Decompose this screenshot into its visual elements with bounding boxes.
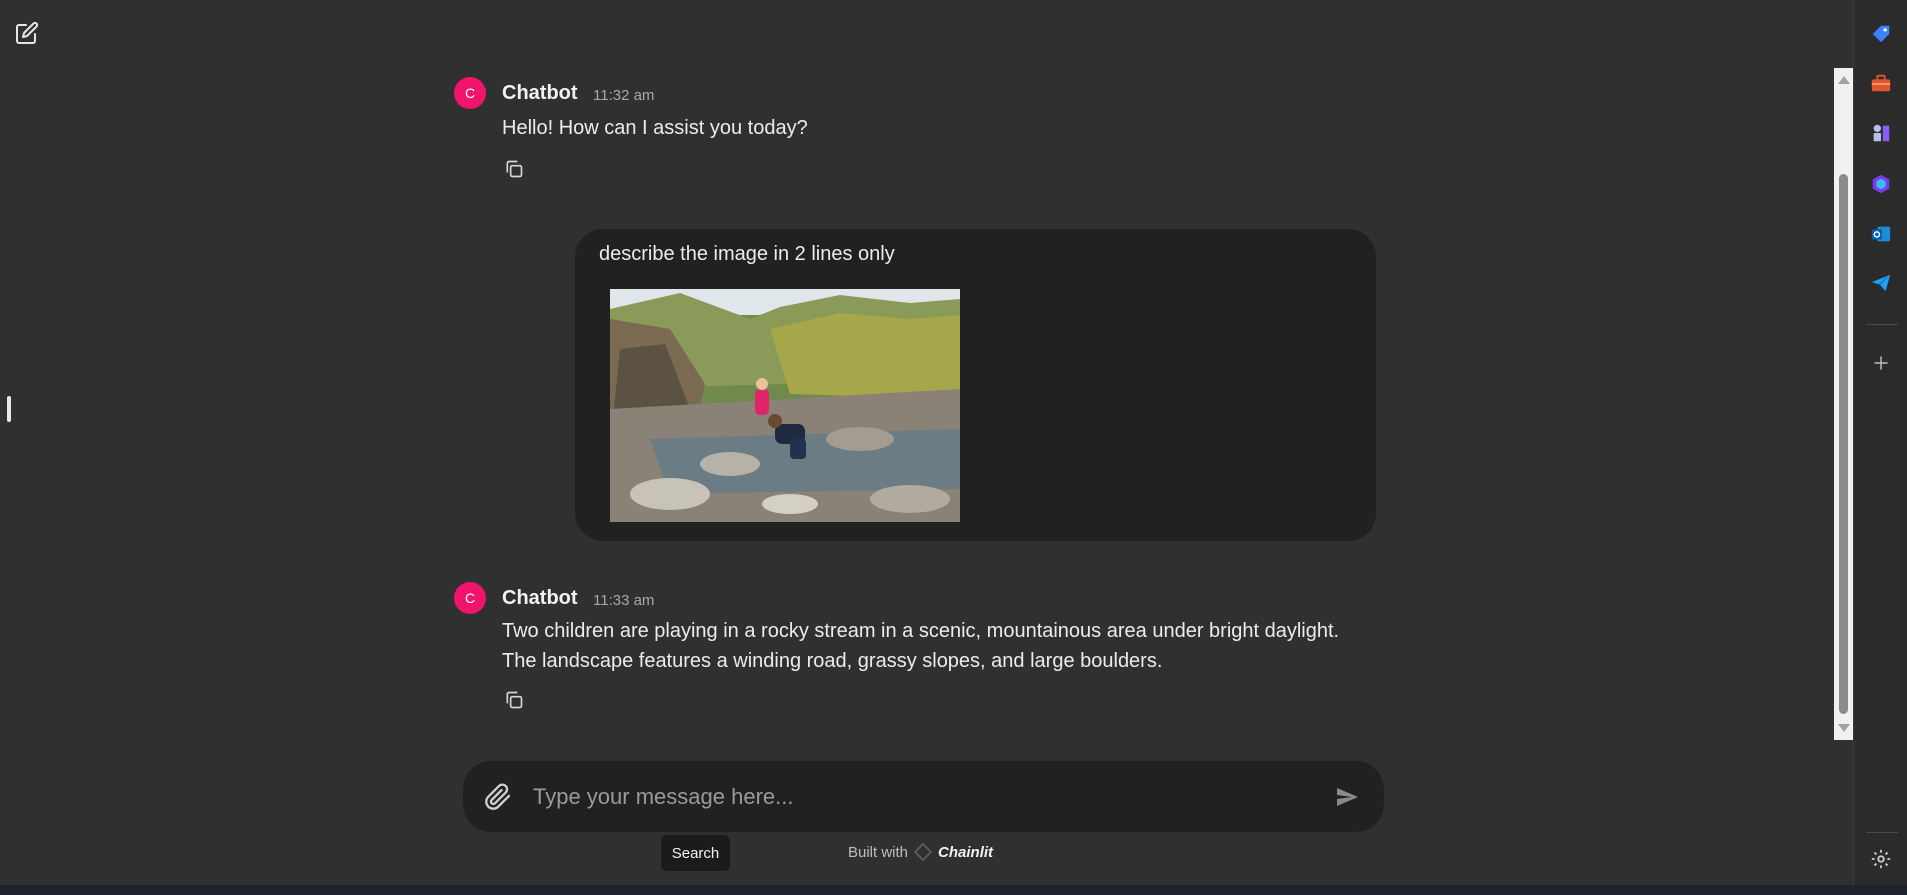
scrollbar[interactable] xyxy=(1834,68,1853,740)
tag-icon[interactable] xyxy=(1868,21,1894,47)
copy-icon xyxy=(506,691,523,709)
copilot-icon[interactable] xyxy=(1868,171,1894,197)
plus-icon[interactable] xyxy=(1868,350,1894,376)
author-name: Chatbot xyxy=(502,82,578,104)
built-with-footer[interactable]: Built with Chainlit xyxy=(848,841,993,863)
toolbox-icon[interactable] xyxy=(1868,70,1894,96)
scroll-up-arrow[interactable] xyxy=(1838,76,1850,84)
edge-sidebar xyxy=(1853,0,1907,885)
sidebar-toggle-handle[interactable] xyxy=(7,396,11,422)
message-time: 11:33 am xyxy=(593,592,655,609)
message-text: describe the image in 2 lines only xyxy=(599,243,895,265)
message-composer xyxy=(463,761,1384,832)
attached-image[interactable] xyxy=(610,289,960,522)
copy-button[interactable] xyxy=(502,157,526,181)
send-button[interactable] xyxy=(1331,781,1363,813)
user-message-bubble: describe the image in 2 lines only xyxy=(575,229,1376,541)
message-text: Hello! How can I assist you today? xyxy=(502,117,808,139)
taskbar-strip xyxy=(0,885,1907,895)
chainlit-logo-icon xyxy=(914,843,933,861)
scrollbar-thumb[interactable] xyxy=(1839,174,1848,714)
copy-button[interactable] xyxy=(502,688,526,712)
gear-icon[interactable] xyxy=(1868,846,1894,872)
send-plane-icon[interactable] xyxy=(1868,270,1894,296)
attach-button[interactable] xyxy=(481,780,515,814)
message-time: 11:32 am xyxy=(593,87,655,104)
search-tooltip: Search xyxy=(661,835,730,871)
message-text: Two children are playing in a rocky stre… xyxy=(502,620,1340,672)
author-name: Chatbot xyxy=(502,587,578,609)
send-icon xyxy=(1337,788,1358,806)
scroll-down-arrow[interactable] xyxy=(1838,724,1850,732)
bot-message: C Chatbot 11:32 am Hello! How can I assi… xyxy=(454,77,1354,187)
outlook-icon[interactable] xyxy=(1868,221,1894,247)
edge-divider xyxy=(1866,832,1898,833)
new-chat-button[interactable] xyxy=(14,20,40,46)
bot-message: C Chatbot 11:33 am Two children are play… xyxy=(454,582,1354,722)
edge-divider xyxy=(1866,324,1898,325)
avatar: C xyxy=(454,77,486,109)
built-with-label: Built with xyxy=(848,843,909,861)
paperclip-icon xyxy=(485,783,511,810)
message-input[interactable] xyxy=(533,777,1293,817)
stream-photo xyxy=(610,289,960,522)
chat-app: C Chatbot 11:32 am Hello! How can I assi… xyxy=(0,0,1853,885)
copy-icon xyxy=(506,160,523,178)
chess-icon[interactable] xyxy=(1868,120,1894,146)
brand-name: Chainlit xyxy=(938,843,994,861)
avatar: C xyxy=(454,582,486,614)
edit-square-icon xyxy=(16,21,39,44)
